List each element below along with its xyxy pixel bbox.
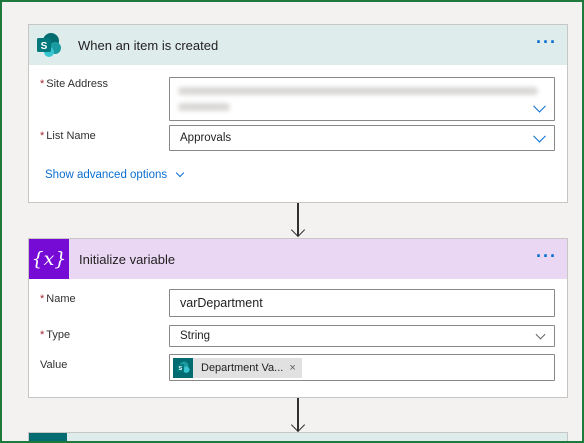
variable-icon: {x} — [29, 239, 69, 279]
required-mark: * — [40, 329, 45, 341]
initialize-variable-title: Initialize variable — [79, 251, 176, 267]
variable-value-label: Value — [40, 359, 68, 371]
show-advanced-label: Show advanced options — [45, 169, 168, 181]
variable-name-label: * Name — [40, 293, 76, 305]
token-remove-icon[interactable]: × — [289, 362, 295, 374]
chevron-down-icon[interactable] — [535, 329, 546, 340]
variable-type-value: String — [180, 330, 211, 342]
list-name-label-text: List Name — [46, 130, 96, 142]
chevron-down-icon[interactable] — [533, 99, 546, 113]
variable-name-label-text: Name — [46, 293, 76, 305]
next-action-card[interactable] — [28, 432, 568, 443]
variable-type-row: * Type String — [40, 325, 555, 347]
show-advanced-options-link[interactable]: Show advanced options — [45, 168, 185, 181]
variable-type-label-text: Type — [46, 329, 71, 341]
token-label: Department Va... — [201, 362, 284, 374]
variable-type-dropdown[interactable]: String — [169, 325, 555, 347]
variable-value-input[interactable]: S Department Va... × — [169, 354, 555, 381]
initialize-variable-card: {x} Initialize variable ··· * Name varDep… — [28, 238, 568, 398]
variable-name-row: * Name varDepartment — [40, 289, 555, 317]
list-name-value: Approvals — [180, 132, 232, 144]
variable-name-value: varDepartment — [180, 296, 263, 310]
arrow-down-icon — [290, 417, 306, 433]
trigger-title: When an item is created — [78, 37, 219, 53]
site-address-row: * Site Address — [40, 77, 555, 121]
list-name-dropdown[interactable]: Approvals — [169, 125, 555, 151]
required-mark: * — [40, 293, 45, 305]
sharepoint-icon: S — [173, 358, 193, 378]
list-name-row: * List Name Approvals — [40, 125, 555, 151]
trigger-card: S When an item is created ··· * Site Addr… — [28, 24, 568, 203]
initialize-variable-more-button[interactable]: ··· — [536, 247, 557, 265]
site-address-label-text: Site Address — [46, 78, 109, 90]
redacted-text — [178, 87, 538, 95]
variable-value-row: Value S Department Va... × — [40, 354, 555, 381]
dynamic-content-token[interactable]: S Department Va... × — [173, 358, 302, 378]
arrow-down-icon — [290, 222, 306, 238]
list-name-label: * List Name — [40, 130, 96, 142]
chevron-down-icon — [175, 168, 185, 178]
variable-type-label: * Type — [40, 329, 70, 341]
sharepoint-icon — [29, 433, 67, 443]
required-mark: * — [40, 78, 45, 90]
site-address-dropdown[interactable] — [169, 77, 555, 121]
next-action-header[interactable] — [29, 433, 567, 443]
svg-text:S: S — [179, 366, 183, 372]
site-address-label: * Site Address — [40, 78, 108, 90]
redacted-text — [178, 103, 230, 111]
initialize-variable-header[interactable]: {x} Initialize variable ··· — [29, 239, 567, 279]
sharepoint-icon: S — [30, 25, 68, 65]
variable-name-input[interactable]: varDepartment — [169, 289, 555, 317]
chevron-down-icon[interactable] — [533, 129, 546, 143]
required-mark: * — [40, 130, 45, 142]
trigger-card-header[interactable]: S When an item is created ··· — [29, 25, 567, 65]
svg-text:S: S — [41, 41, 48, 52]
trigger-more-button[interactable]: ··· — [536, 33, 557, 51]
